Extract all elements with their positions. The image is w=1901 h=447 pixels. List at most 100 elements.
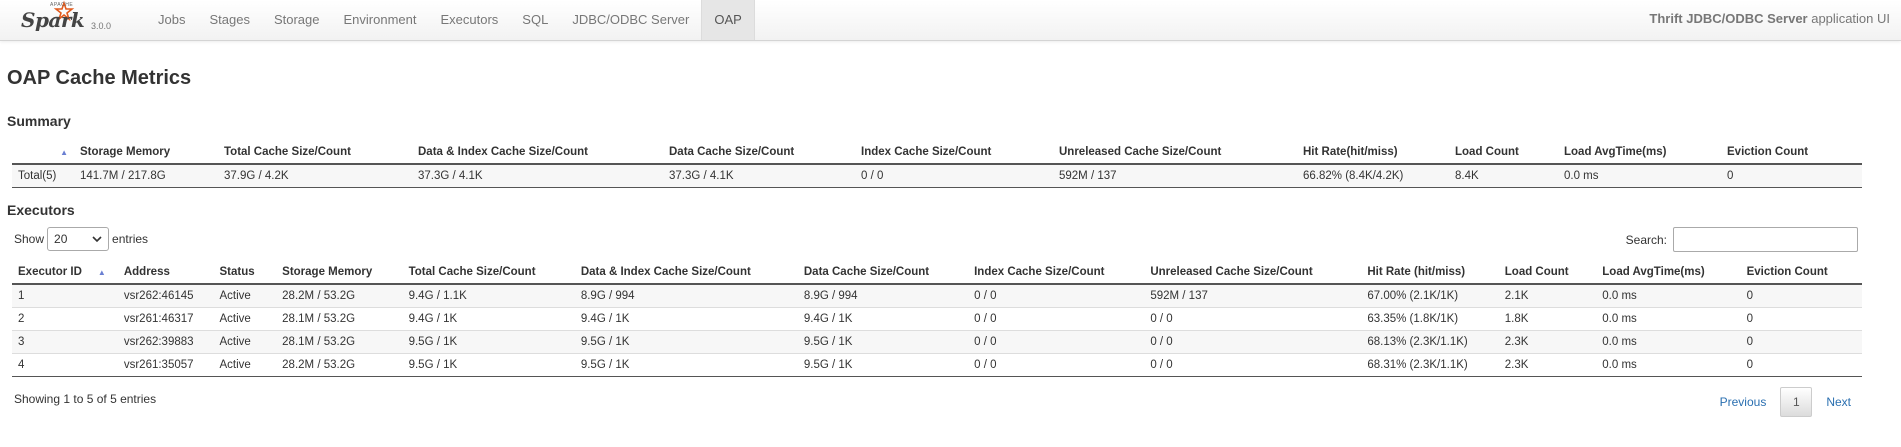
table-row: 4 vsr261:35057 Active 28.2M / 53.2G 9.5G / 1…	[12, 353, 1862, 377]
sort-asc-icon: ▲	[60, 148, 68, 157]
column-header[interactable]: Hit Rate (hit/miss)	[1361, 261, 1499, 285]
table-cell: 592M / 137	[1144, 284, 1362, 308]
table-cell: 0 / 0	[968, 353, 1145, 377]
previous-button[interactable]: Previous	[1710, 388, 1777, 416]
table-cell: 0	[1740, 353, 1862, 377]
column-header-executor-id[interactable]: Executor ID ▲	[12, 261, 118, 285]
table-cell: 2	[12, 307, 118, 331]
column-header[interactable]: Storage Memory	[74, 141, 218, 165]
spark-logo[interactable]: APACHE Spark 3.0.0	[20, 0, 120, 40]
search-input[interactable]	[1673, 227, 1858, 252]
table-cell: 0	[1721, 164, 1862, 188]
search-label: Search:	[1625, 232, 1667, 247]
table-cell: vsr261:46317	[117, 307, 214, 331]
tab-jdbc-odbc-server[interactable]: JDBC/ODBC Server	[560, 0, 701, 40]
page-title: OAP Cache Metrics	[7, 67, 192, 89]
spark-version: 3.0.0	[91, 21, 112, 31]
table-cell: 9.4G / 1.1K	[402, 284, 575, 308]
table-cell: 66.82% (8.4K/4.2K)	[1297, 164, 1449, 188]
table-info: Showing 1 to 5 of 5 entries	[14, 392, 157, 406]
show-label: Show	[14, 232, 45, 246]
summary-table: ▲ Storage Memory Total Cache Size/Count …	[12, 141, 1862, 188]
table-cell: 9.5G / 1K	[574, 330, 798, 354]
table-cell: 9.5G / 1K	[402, 353, 575, 377]
column-header[interactable]: Total Cache Size/Count	[402, 261, 575, 285]
column-header[interactable]: Status	[213, 261, 277, 285]
page-length-select[interactable]: 20	[47, 227, 110, 251]
next-button[interactable]: Next	[1816, 388, 1861, 416]
table-cell: 4	[12, 353, 118, 377]
column-header[interactable]: Eviction Count	[1740, 261, 1862, 285]
entries-label: entries	[112, 232, 149, 246]
nav-tabs: Jobs Stages Storage Environment Executor…	[146, 0, 755, 40]
column-header[interactable]: Total Cache Size/Count	[218, 141, 412, 165]
table-cell: 28.2M / 53.2G	[276, 284, 403, 308]
sort-asc-icon: ▲	[97, 268, 106, 277]
table-cell: 37.3G / 4.1K	[663, 164, 855, 188]
table-cell: Active	[213, 307, 277, 331]
table-cell: 3	[12, 330, 118, 354]
table-cell: 0.0 ms	[1558, 164, 1721, 188]
column-header[interactable]: Unreleased Cache Size/Count	[1053, 141, 1297, 165]
column-header[interactable]: Data Cache Size/Count	[797, 261, 969, 285]
column-header[interactable]: Storage Memory	[276, 261, 403, 285]
tab-storage[interactable]: Storage	[262, 0, 332, 40]
column-header[interactable]: Data & Index Cache Size/Count	[412, 141, 663, 165]
table-cell: 0	[1740, 307, 1862, 331]
app-title-bold: Thrift JDBC/ODBC Server	[1649, 11, 1808, 26]
table-cell: 0 / 0	[1144, 330, 1362, 354]
table-cell: Active	[213, 284, 277, 308]
column-header[interactable]: Load AvgTime(ms)	[1596, 261, 1741, 285]
tab-jobs[interactable]: Jobs	[146, 0, 197, 40]
table-cell: 8.9G / 994	[574, 284, 798, 308]
column-header[interactable]: Index Cache Size/Count	[968, 261, 1145, 285]
sort-column-header[interactable]: ▲	[12, 141, 74, 165]
table-cell: 9.4G / 1K	[402, 307, 575, 331]
table-row: 2 vsr261:46317 Active 28.1M / 53.2G 9.4G / 1…	[12, 307, 1862, 331]
application-title: Thrift JDBC/ODBC Server application UI	[1649, 0, 1890, 38]
table-cell: 2.3K	[1498, 330, 1597, 354]
header-label: Executor ID	[18, 266, 82, 278]
table-cell: 0 / 0	[968, 330, 1145, 354]
tab-environment[interactable]: Environment	[332, 0, 429, 40]
page-length-value: 20	[54, 232, 68, 246]
tab-executors[interactable]: Executors	[428, 0, 510, 40]
brand-spark-text: Spark	[21, 8, 85, 32]
table-cell: 0 / 0	[855, 164, 1053, 188]
column-header[interactable]: Load AvgTime(ms)	[1558, 141, 1721, 165]
table-cell: 67.00% (2.1K/1K)	[1361, 284, 1499, 308]
table-cell: 63.35% (1.8K/1K)	[1361, 307, 1499, 331]
table-cell: 37.3G / 4.1K	[412, 164, 663, 188]
table-cell: 0 / 0	[1144, 307, 1362, 331]
column-header[interactable]: Load Count	[1449, 141, 1558, 165]
column-header[interactable]: Data Cache Size/Count	[663, 141, 855, 165]
column-header[interactable]: Address	[117, 261, 214, 285]
table-cell: 0 / 0	[968, 307, 1145, 331]
chevron-down-icon	[92, 235, 102, 242]
column-header[interactable]: Load Count	[1498, 261, 1597, 285]
summary-total-row: Total(5) 141.7M / 217.8G 37.9G / 4.2K 37…	[12, 164, 1862, 188]
summary-header-row: ▲ Storage Memory Total Cache Size/Count …	[12, 141, 1862, 165]
top-navbar: APACHE Spark 3.0.0 Jobs Stages Storage E…	[0, 0, 1901, 41]
table-cell: 0	[1740, 330, 1862, 354]
table-cell: 592M / 137	[1053, 164, 1297, 188]
tab-oap[interactable]: OAP	[701, 0, 755, 40]
column-header[interactable]: Index Cache Size/Count	[855, 141, 1053, 165]
table-cell: 9.4G / 1K	[574, 307, 798, 331]
column-header[interactable]: Hit Rate(hit/miss)	[1297, 141, 1449, 165]
search-control: Search:	[1626, 227, 1858, 252]
tab-sql[interactable]: SQL	[510, 0, 560, 40]
table-cell: 1	[12, 284, 118, 308]
table-cell: 9.5G / 1K	[574, 353, 798, 377]
column-header[interactable]: Data & Index Cache Size/Count	[574, 261, 798, 285]
page-length-control: Show 20 entries	[14, 227, 148, 251]
column-header[interactable]: Unreleased Cache Size/Count	[1144, 261, 1362, 285]
column-header[interactable]: Eviction Count	[1721, 141, 1862, 165]
table-cell: vsr262:46145	[117, 284, 214, 308]
table-row: 3 vsr262:39883 Active 28.1M / 53.2G 9.5G / 1…	[12, 330, 1862, 354]
pagination: Previous 1 Next	[1710, 387, 1861, 417]
page-1-button[interactable]: 1	[1780, 387, 1813, 417]
tab-stages[interactable]: Stages	[197, 0, 261, 40]
table-cell: 9.5G / 1K	[402, 330, 575, 354]
table-cell: 0 / 0	[968, 284, 1145, 308]
